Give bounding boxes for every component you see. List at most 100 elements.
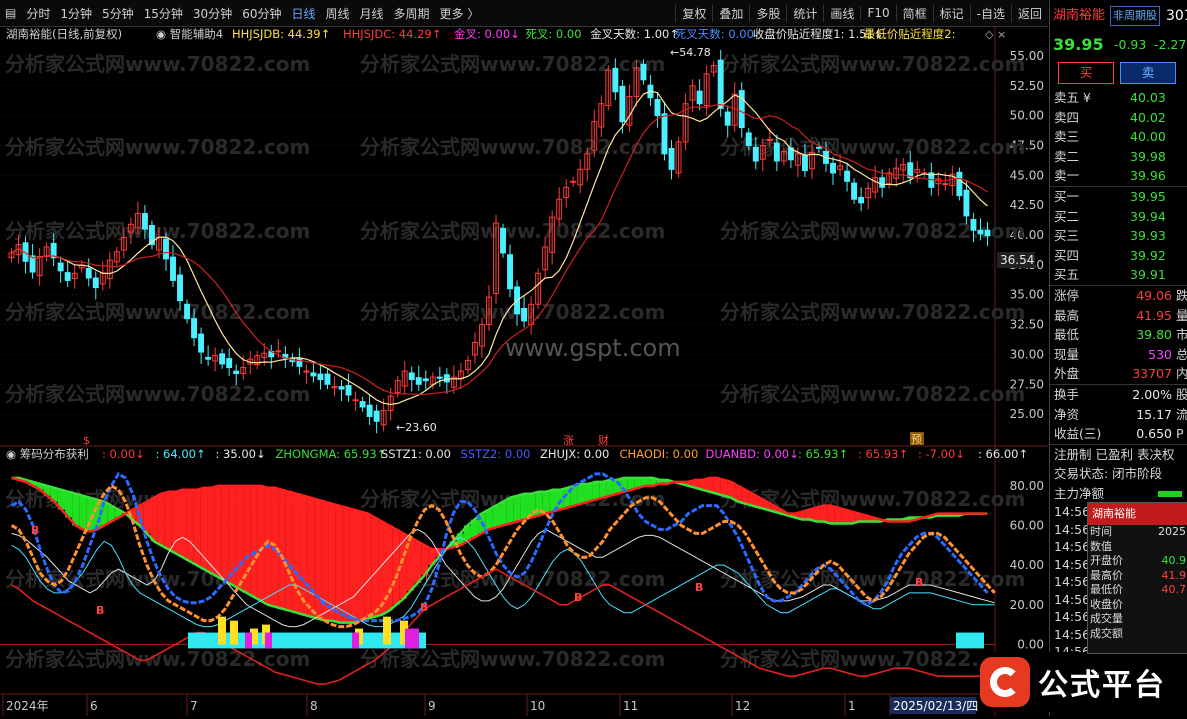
period-tab-1[interactable]: 1分钟 [55, 5, 97, 22]
kline-chart-svg[interactable]: 25.0027.5030.0032.5035.0037.5040.0042.50… [0, 26, 1048, 716]
high-annotation: ←54.78 [670, 46, 711, 59]
popup-label: 时间 [1090, 525, 1112, 538]
stat-label: 收益(三) [1054, 426, 1102, 442]
order-book-label: 买五 [1054, 267, 1080, 283]
candle-body-108 [766, 139, 773, 142]
quote-change: -0.93 [1114, 37, 1147, 52]
watermark-7: 分析家公式网www.70822.com [360, 219, 665, 243]
watermark-20: 分析家公式网www.70822.com [5, 647, 310, 671]
popup-label: 开盘价 [1090, 554, 1123, 567]
toolbar-action-5[interactable]: F10 [860, 6, 895, 20]
candle-body-138 [977, 229, 984, 235]
period-tab-6[interactable]: 日线 [286, 5, 320, 22]
toolbar-action-4[interactable]: 画线 [823, 4, 860, 22]
candle-body-109 [773, 142, 780, 162]
sub-area-bar-22 [164, 491, 172, 550]
candle-body-8 [64, 272, 71, 281]
period-tab-0[interactable]: 分时 [21, 5, 55, 22]
toolbar-action-8[interactable]: -自选 [969, 4, 1011, 22]
watermark-1: 分析家公式网www.70822.com [360, 52, 665, 76]
candle-body-59 [422, 378, 429, 382]
sub-area-bar-47 [342, 507, 350, 623]
main-legend-item-5: 死叉天数: 0.00 [675, 27, 754, 41]
stat-suffix: 股 [1176, 385, 1187, 405]
stat-suffix: 量 [1176, 306, 1187, 326]
gspt-logo-icon [980, 657, 1030, 707]
main-ytick-11: 52.50 [1010, 79, 1044, 93]
sub-area-bar-114 [820, 505, 828, 522]
popup-row-1: 数值 [1088, 540, 1187, 555]
toolbar-action-7[interactable]: 标记 [932, 4, 970, 22]
sub-area-bar-48 [349, 509, 358, 623]
x-tick-0: 2024年 [6, 699, 49, 713]
candle-body-38 [275, 350, 282, 353]
yellow-bar-5 [383, 616, 391, 645]
sub-area-bar-34 [250, 485, 258, 597]
tick-time: 14:56 [1054, 609, 1091, 625]
candle-body-94 [668, 147, 675, 170]
buy-button[interactable]: 买 [1058, 62, 1114, 84]
sub-area-bar-67 [485, 509, 493, 530]
sub-area-bar-113 [812, 507, 821, 522]
candle-body-98 [696, 90, 703, 105]
period-tab-10[interactable]: 更多 〉 [435, 5, 485, 22]
flow-bar [1158, 490, 1182, 497]
period-tab-7[interactable]: 周线 [321, 5, 355, 22]
sub-legend-item-4: SSTZ1: 0.00 [381, 447, 451, 461]
magenta-bar-1 [265, 632, 272, 649]
candle-body-71 [507, 254, 513, 290]
period-tab-4[interactable]: 30分钟 [188, 5, 237, 22]
sub-area-bar-82 [592, 481, 600, 500]
toolbar-action-1[interactable]: 叠加 [712, 4, 749, 22]
popup-row-2: 开盘价 40.9 [1088, 554, 1187, 569]
order-book-value: 40.03 [1130, 90, 1166, 105]
period-tab-9[interactable]: 多周期 [389, 5, 435, 22]
sub-area-bar-81 [584, 483, 593, 502]
chart-area[interactable]: 25.0027.5030.0032.5035.0037.5040.0042.50… [0, 26, 1048, 716]
flow-label: 主力净额 [1054, 485, 1105, 501]
period-tab-5[interactable]: 60分钟 [237, 5, 286, 22]
toolbar-action-6[interactable]: 简框 [895, 4, 933, 22]
toolbar-action-2[interactable]: 多股 [749, 4, 786, 22]
candle-body-121 [858, 196, 865, 204]
order-book-label: 卖三 [1054, 129, 1080, 145]
period-tab-8[interactable]: 月线 [355, 5, 389, 22]
low-annotation: ←23.60 [396, 421, 437, 434]
candle-body-86 [612, 67, 619, 93]
main-ytick-8: 45.00 [1010, 168, 1044, 182]
stat-suffix: 总 [1176, 345, 1187, 365]
sub-area-bar-100 [720, 479, 728, 496]
sub-legend-item-7: CHAODI: 0.00 [620, 447, 699, 461]
menu-icon[interactable]: ▤ [0, 6, 21, 20]
sub-legend-item-11: : -7.00↓ [918, 447, 965, 461]
sub-area-bar-41 [300, 495, 308, 615]
candle-body-44 [317, 373, 324, 380]
toolbar-action-9[interactable]: 返回 [1010, 4, 1048, 22]
period-tab-2[interactable]: 5分钟 [97, 5, 139, 22]
data-tooltip-popup: 湖南裕能 时间 2025 数值 开盘价 40.9 最高价 41.9 最低价 40.7 收盘价 成交量成… [1087, 502, 1187, 654]
toolbar-action-0[interactable]: 复权 [675, 4, 712, 22]
sell-button[interactable]: 卖 [1120, 62, 1176, 84]
sub-area-bar-50 [364, 513, 372, 619]
sub-area-bar-69 [499, 501, 507, 526]
candle-body-7 [57, 262, 64, 272]
order-book-label: 买二 [1054, 208, 1080, 224]
candle-body-24 [177, 274, 183, 302]
candle-body-45 [324, 373, 331, 385]
stat-label: 净资 [1054, 406, 1080, 422]
order-book-row-9: 买五 39.91 [1050, 265, 1187, 285]
main-legend-close-icon: ◇ × [985, 28, 1006, 41]
x-tick-6: 11 [623, 699, 638, 713]
sub-legend-item-0: : 0.00↓ [102, 447, 145, 461]
candle-body-106 [752, 146, 759, 162]
popup-value: 40.7 [1161, 583, 1187, 596]
gspt-logo: 公式平台 [980, 652, 1180, 712]
stat-value: 15.17 [1136, 406, 1172, 422]
period-tab-3[interactable]: 15分钟 [139, 5, 188, 22]
main-ytick-2: 30.00 [1010, 347, 1044, 361]
sub-ytick-1: 20.00 [1010, 598, 1044, 612]
candle-body-120 [851, 182, 858, 200]
toolbar-action-3[interactable]: 统计 [786, 4, 823, 22]
candle-body-113 [801, 155, 808, 172]
sub-ytick-0: 0.00 [1017, 637, 1044, 651]
